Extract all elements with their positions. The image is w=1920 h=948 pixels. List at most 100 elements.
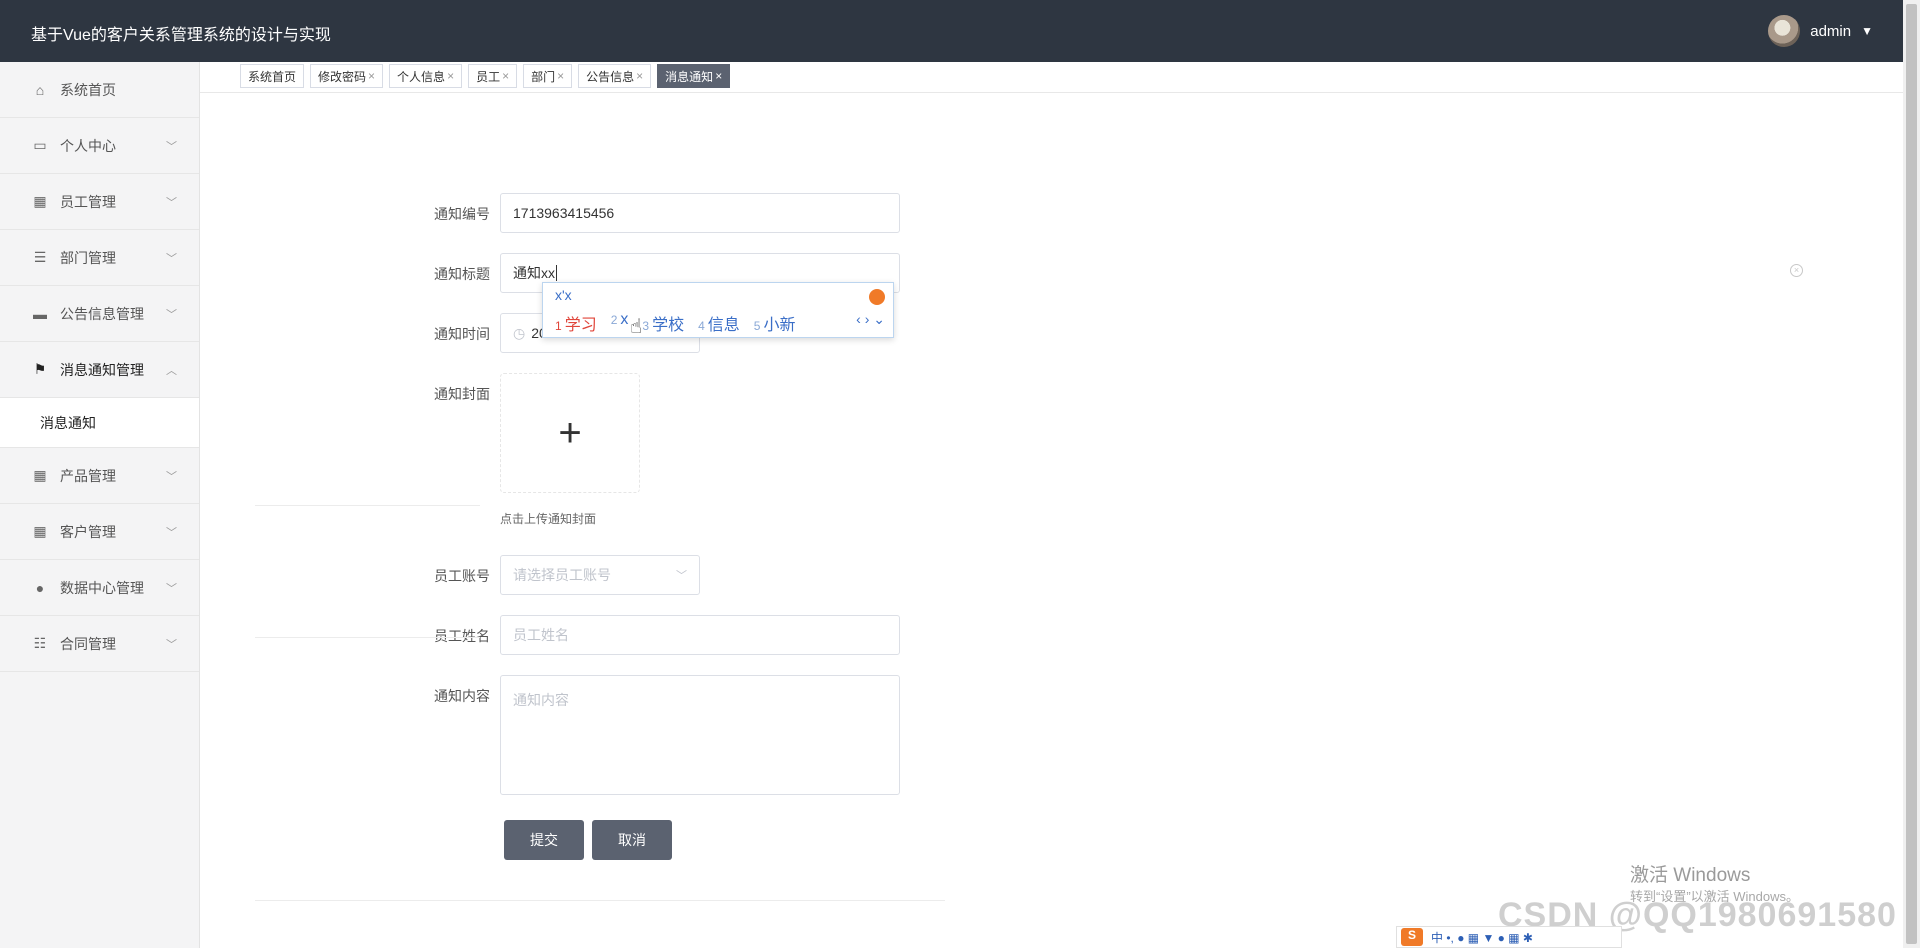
tab-employee[interactable]: 员工 × (468, 64, 518, 88)
ime-candidate-window: x'x 1 学习 2x 3 学校 4 信息 5 小新 ‹ › ⌄ (542, 282, 894, 338)
close-circle-icon[interactable]: × (1790, 264, 1803, 277)
sidebar-item-notifications[interactable]: ⚑ 消息通知管理 ︿ (0, 342, 199, 398)
sidebar-item-label: 产品管理 (60, 467, 116, 484)
employee-account-label: 员工账号 (434, 568, 490, 584)
divider (255, 637, 480, 638)
notice-no-field[interactable]: 1713963415456 (500, 193, 900, 233)
employee-name-placeholder: 员工姓名 (513, 627, 569, 643)
ime-candidate[interactable]: 1 学习 (555, 311, 597, 335)
divider (255, 505, 480, 506)
notice-time-label: 通知时间 (434, 326, 490, 342)
ime-candidate[interactable]: 4 信息 (698, 311, 740, 335)
caret-down-icon[interactable]: ▼ (1861, 24, 1873, 38)
tab-personal-info[interactable]: 个人信息 × (389, 64, 463, 88)
cover-upload-hint: 点击上传通知封面 (500, 512, 597, 526)
cancel-button[interactable]: 取消 (592, 820, 672, 860)
chevron-down-icon: ﹀ (166, 141, 177, 153)
tab-label: 消息通知 (665, 69, 714, 84)
sidebar-item-profile[interactable]: ▭ 个人中心 ﹀ (0, 118, 199, 174)
tab-department[interactable]: 部门 × (523, 64, 573, 88)
grid-icon: ▦ (33, 467, 47, 483)
divider (255, 900, 945, 901)
text-cursor (556, 265, 557, 281)
sidebar-item-customers[interactable]: ▦ 客户管理 ﹀ (0, 504, 199, 560)
sidebar-item-departments[interactable]: ☰ 部门管理 ﹀ (0, 230, 199, 286)
username[interactable]: admin (1810, 23, 1851, 40)
notice-content-label: 通知内容 (434, 688, 490, 704)
close-icon[interactable]: × (557, 69, 564, 83)
ime-input: x'x (555, 287, 572, 303)
sidebar-item-label: 消息通知管理 (60, 361, 144, 378)
employee-account-placeholder: 请选择员工账号 (513, 567, 611, 583)
clock-icon: ◷ (513, 324, 526, 341)
notice-title-label: 通知标题 (434, 266, 490, 282)
tab-bar: 系统首页 修改密码 × 个人信息 × 员工 × 部门 × 公告信息 × 消息通知 × (240, 64, 731, 90)
sidebar-item-announcements[interactable]: ▬ 公告信息管理 ﹀ (0, 286, 199, 342)
close-icon[interactable]: × (715, 69, 722, 83)
close-icon[interactable]: × (447, 69, 454, 83)
ime-candidate[interactable]: 3 学校 (642, 311, 684, 335)
chevron-down-icon: ﹀ (166, 639, 177, 651)
ime-toolbar[interactable]: S 中 •, ● ▦ ▼ ● ▦ ✱ (1396, 926, 1622, 948)
plus-icon: + (558, 410, 582, 455)
tab-home[interactable]: 系统首页 (240, 64, 305, 88)
tab-label: 员工 (476, 69, 501, 84)
sidebar-item-data-center[interactable]: ● 数据中心管理 ﹀ (0, 560, 199, 616)
notice-content-textarea[interactable]: 通知内容 (500, 675, 900, 795)
list-icon: ☰ (33, 249, 47, 265)
tab-label: 系统首页 (248, 69, 297, 84)
chevron-down-icon: ﹀ (676, 570, 687, 582)
notice-no-value: 1713963415456 (513, 205, 615, 221)
sidebar-subitem-notifications[interactable]: 消息通知 (0, 398, 199, 448)
sidebar-item-label: 合同管理 (60, 635, 116, 652)
sidebar-item-employees[interactable]: ▦ 员工管理 ﹀ (0, 174, 199, 230)
chevron-down-icon: ﹀ (166, 471, 177, 483)
ime-nav-icons[interactable]: ‹ › ⌄ (856, 311, 885, 328)
employee-name-field[interactable]: 员工姓名 (500, 615, 900, 655)
notice-title-value: 通知xx (513, 265, 555, 281)
ime-candidate[interactable]: 2x (611, 311, 629, 335)
sidebar-item-label: 数据中心管理 (60, 579, 144, 596)
tab-notifications[interactable]: 消息通知 × (657, 64, 731, 88)
tabs-divider (200, 92, 1903, 93)
submit-button[interactable]: 提交 (504, 820, 584, 860)
sidebar-item-contracts[interactable]: ☷ 合同管理 ﹀ (0, 616, 199, 672)
employee-name-label: 员工姓名 (434, 628, 490, 644)
sidebar-item-home[interactable]: ⌂ 系统首页 (0, 62, 199, 118)
tab-change-password[interactable]: 修改密码 × (310, 64, 384, 88)
tab-label: 修改密码 (318, 69, 367, 84)
avatar[interactable] (1768, 15, 1801, 47)
tab-label: 个人信息 (397, 69, 446, 84)
chevron-down-icon: ﹀ (166, 583, 177, 595)
sidebar-item-label: 部门管理 (60, 249, 116, 266)
chevron-up-icon: ︿ (166, 365, 177, 377)
close-icon[interactable]: × (502, 69, 509, 83)
chevron-down-icon: ﹀ (166, 309, 177, 321)
close-icon[interactable]: × (368, 69, 375, 83)
close-icon[interactable]: × (636, 69, 643, 83)
sliders-icon: ☷ (33, 635, 47, 651)
flag-icon: ⚑ (33, 361, 47, 377)
ime-candidates: 1 学习 2x 3 学校 4 信息 5 小新 (555, 311, 796, 335)
sogou-logo-icon: S (1401, 928, 1423, 946)
user-icon: ● (35, 579, 45, 596)
ime-toolbar-icons[interactable]: 中 •, ● ▦ ▼ ● ▦ ✱ (1431, 929, 1533, 946)
employee-account-select[interactable]: 请选择员工账号 ﹀ (500, 555, 700, 595)
top-bar: 基于Vue的客户关系管理系统的设计与实现 admin ▼ (0, 0, 1903, 62)
cover-upload[interactable]: + (500, 373, 640, 493)
sidebar-item-label: 个人中心 (60, 137, 116, 154)
sidebar-item-label: 公告信息管理 (60, 305, 144, 322)
notice-no-label: 通知编号 (434, 206, 490, 222)
user-menu[interactable]: admin ▼ (1768, 15, 1873, 47)
chevron-down-icon: ﹀ (166, 527, 177, 539)
scrollbar[interactable] (1903, 0, 1920, 948)
sidebar-item-products[interactable]: ▦ 产品管理 ﹀ (0, 448, 199, 504)
sidebar-item-label: 客户管理 (60, 523, 116, 540)
home-icon: ⌂ (35, 81, 45, 98)
scrollbar-thumb[interactable] (1906, 4, 1917, 944)
chevron-down-icon: ﹀ (166, 253, 177, 265)
hand-cursor-icon: ☝ (630, 316, 643, 338)
tab-announcements[interactable]: 公告信息 × (578, 64, 652, 88)
app-title: 基于Vue的客户关系管理系统的设计与实现 (31, 27, 331, 44)
ime-candidate[interactable]: 5 小新 (754, 311, 796, 335)
